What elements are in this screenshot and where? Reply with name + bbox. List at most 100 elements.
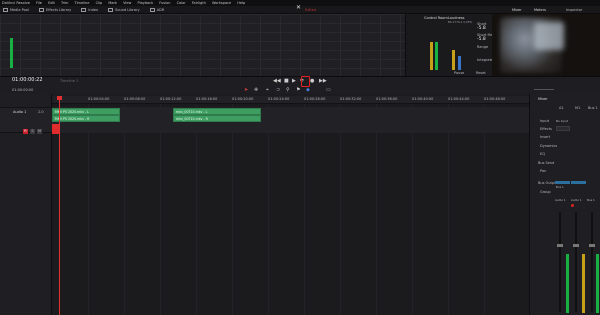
- menu-color[interactable]: Color: [177, 1, 186, 5]
- selection-tool-icon[interactable]: ➤: [244, 87, 248, 93]
- track-lane: [52, 107, 529, 133]
- track-s-button[interactable]: S: [30, 129, 35, 134]
- grid-line: [124, 104, 125, 315]
- adr-button[interactable]: ADR: [149, 8, 164, 12]
- strip-m1-name: M1: [575, 106, 581, 110]
- menu-fusion[interactable]: Fusion: [159, 1, 170, 5]
- strip-input-value[interactable]: No Input: [556, 119, 568, 123]
- menu-mark[interactable]: Mark: [108, 1, 117, 5]
- link-icon[interactable]: ⚲: [286, 87, 290, 93]
- grid-line: [304, 104, 305, 315]
- grid-line: [88, 104, 89, 315]
- track-level: 2.0: [38, 110, 44, 114]
- flag-icon[interactable]: ⚑: [296, 87, 300, 93]
- timeline-ruler[interactable]: 01:00:04:00 01:00:08:00 01:00:12:00 01:0…: [52, 96, 529, 104]
- strip-bus1-name: Bus 1: [588, 106, 598, 110]
- edit-tool-icon[interactable]: ⌖: [266, 87, 269, 93]
- ruler-timecode-9: 01:00:32:00: [340, 97, 362, 101]
- effects-library-button[interactable]: Effects Library: [39, 8, 71, 12]
- row-effects-label: Effects: [540, 127, 552, 131]
- ruler-timecode-8: 01:00:28:00: [304, 97, 326, 101]
- ruler-timecode-13: 01:00:48:00: [484, 97, 506, 101]
- track-header-column: 01:00:00:00 Audio 1 2.0 R S M: [0, 88, 52, 315]
- play-icon[interactable]: ▶: [292, 78, 296, 84]
- strip-a1-bottom: Audio 1: [555, 198, 566, 202]
- reset-button[interactable]: Reset: [476, 71, 486, 75]
- menu-edit[interactable]: Edit: [48, 1, 55, 5]
- track-m-button[interactable]: M: [37, 129, 42, 134]
- loudness-standard[interactable]: BS.1770-1 (LUFS): [448, 20, 472, 24]
- marker-icon[interactable]: ◆: [306, 87, 310, 93]
- audio-clip[interactable]: mkv_00710.mkv - L: [173, 108, 261, 115]
- fader-m1-cap[interactable]: [573, 244, 579, 247]
- inspector-tab[interactable]: Inspector: [566, 8, 582, 12]
- bus-output-value[interactable]: Bus 1: [556, 185, 564, 189]
- index-button[interactable]: Index: [81, 8, 98, 12]
- ruler-timecode-11: 01:00:40:00: [412, 97, 434, 101]
- playhead-handle[interactable]: [57, 96, 62, 100]
- effects-slot[interactable]: [556, 126, 570, 131]
- menu-view[interactable]: View: [123, 1, 131, 5]
- record-highlight: [301, 76, 310, 87]
- snap-icon[interactable]: ⊃: [276, 87, 280, 93]
- control-room-meter-right: [435, 42, 438, 70]
- record-icon[interactable]: ●: [310, 78, 314, 84]
- pause-button[interactable]: Pause: [454, 71, 464, 75]
- mixer-tab[interactable]: Mixer: [512, 8, 522, 12]
- menu-playback[interactable]: Playback: [138, 1, 154, 5]
- meters-tab[interactable]: Meters: [534, 8, 546, 12]
- menu-clip[interactable]: Clip: [96, 1, 103, 5]
- grid-line: [484, 104, 485, 315]
- index-icon: [81, 8, 87, 12]
- fader-bus1-cap[interactable]: [589, 244, 595, 247]
- grid-line: [376, 104, 377, 315]
- fader-a1-cap[interactable]: [557, 244, 563, 247]
- bus-send-strip-2[interactable]: [571, 181, 586, 184]
- stop-icon[interactable]: ■: [284, 78, 289, 84]
- rewind-icon[interactable]: ◀◀: [273, 78, 281, 84]
- clip-label: MKV P5 2020.mkv - L: [55, 109, 89, 114]
- timecode-display: 01:00:00:22: [12, 77, 43, 83]
- menu-app[interactable]: DaVinci Resolve: [2, 1, 30, 5]
- track-audio1: Audio 1 2.0 R S M: [0, 107, 52, 134]
- track-name[interactable]: Audio 1: [13, 110, 26, 114]
- audio-clip[interactable]: MKV P5 2020.mkv - R: [52, 115, 120, 122]
- menu-help[interactable]: Help: [237, 1, 245, 5]
- ruler-timecode-5: 01:00:16:00: [196, 97, 218, 101]
- playhead[interactable]: [59, 96, 60, 315]
- range-tool-icon[interactable]: ✥: [254, 87, 258, 93]
- sound-library-button[interactable]: Sound Library: [108, 8, 140, 12]
- control-room-meter-left: [430, 42, 433, 70]
- bus-send-strip-1[interactable]: [555, 181, 570, 184]
- grid-line: [232, 104, 233, 315]
- menu-file[interactable]: File: [36, 1, 42, 5]
- row-dynamics-label: Dynamics: [540, 144, 558, 148]
- menu-fairlight[interactable]: Fairlight: [192, 1, 206, 5]
- fast-forward-icon[interactable]: ▶▶: [319, 78, 327, 84]
- timeline-area[interactable]: MKV P5 2020.mkv - L MKV P5 2020.mkv - R …: [52, 104, 529, 315]
- media-pool-icon: [3, 8, 8, 12]
- row-insert-label: Insert: [540, 135, 551, 139]
- grid-line: [196, 104, 197, 315]
- media-pool-button[interactable]: Media Pool: [3, 8, 29, 12]
- audio-clip[interactable]: MKV P5 2020.mkv - L: [52, 108, 120, 115]
- fader-m1[interactable]: [575, 212, 577, 312]
- mixer-panel: Mixer Input Effects Insert Dynamics EQ B…: [529, 94, 600, 315]
- menu-trim[interactable]: Trim: [61, 1, 68, 5]
- strip-a1-name: A1: [559, 106, 564, 110]
- fader-bus1[interactable]: [591, 212, 593, 312]
- track-r-button[interactable]: R: [23, 129, 28, 134]
- grid-line: [340, 104, 341, 315]
- meter-a1: [566, 254, 569, 313]
- strip-record-button[interactable]: [571, 204, 574, 207]
- audio-clip[interactable]: mkv_00710.mkv - R: [173, 115, 261, 122]
- fader-a1[interactable]: [559, 212, 561, 312]
- zoom-slider[interactable]: [534, 89, 554, 90]
- menu-timeline[interactable]: Timeline: [75, 1, 90, 5]
- menu-workspace[interactable]: Workspace: [212, 1, 231, 5]
- row-input-label: Input: [540, 119, 550, 123]
- zoom-icon[interactable]: ▭: [326, 87, 331, 93]
- timeline-name[interactable]: Timeline 1: [60, 79, 78, 83]
- meter-m1: [582, 254, 585, 313]
- close-icon[interactable]: ✕: [296, 5, 301, 11]
